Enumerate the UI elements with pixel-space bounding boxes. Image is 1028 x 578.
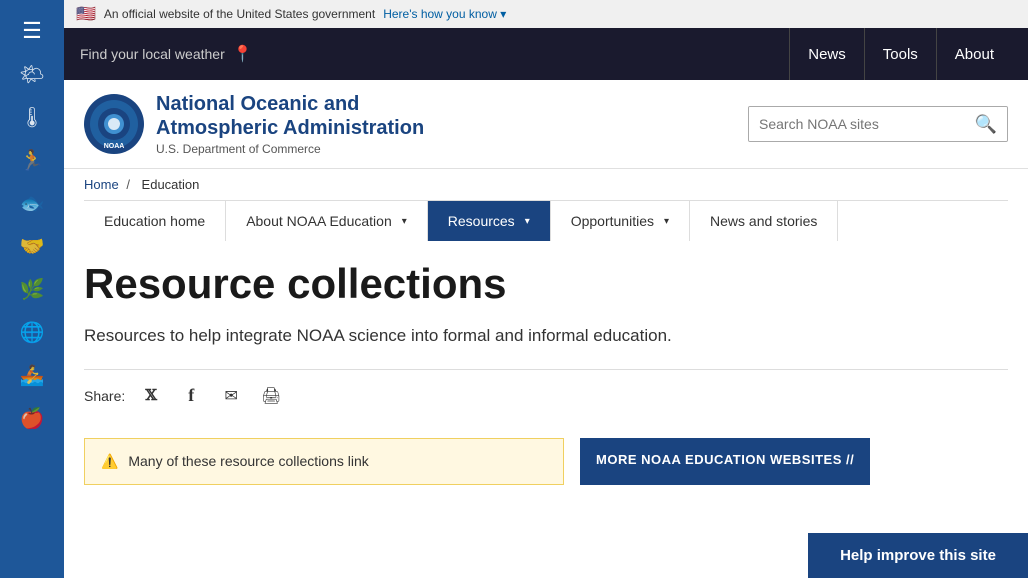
page-description: Resources to help integrate NOAA science…: [84, 323, 984, 349]
svg-text:NOAA: NOAA: [104, 143, 125, 150]
subnav-caret-about: ▾: [402, 216, 407, 227]
twitter-icon: 𝕏: [145, 386, 157, 405]
subnav-item-resources[interactable]: Resources ▾: [428, 201, 551, 241]
sidebar-item-fisheries[interactable]: 🐟: [0, 183, 64, 226]
page-content: Resource collections Resources to help i…: [64, 241, 1028, 505]
bottom-section: ⚠️ Many of these resource collections li…: [84, 438, 1008, 485]
breadcrumb: Home / Education: [64, 169, 1028, 200]
help-improve-button[interactable]: Help improve this site: [808, 533, 1028, 578]
sidebar-item-temp[interactable]: 🌡: [0, 97, 64, 140]
globe-icon: 🌐: [20, 320, 45, 345]
sidebar-item-food[interactable]: 🍎: [0, 398, 64, 441]
header-bar: Find your local weather 📍 News Tools Abo…: [64, 28, 1028, 80]
subnav-item-opportunities[interactable]: Opportunities ▾: [551, 201, 690, 241]
gov-banner-text: An official website of the United States…: [104, 7, 375, 21]
subnav-item-education-home[interactable]: Education home: [84, 201, 226, 241]
email-share-button[interactable]: ✉: [217, 382, 245, 410]
sidebar-item-environment[interactable]: 🌿: [0, 269, 64, 312]
us-flag: 🇺🇸: [76, 4, 96, 24]
share-row: Share: 𝕏 f ✉ 🖨: [84, 369, 1008, 422]
search-button[interactable]: 🔍: [965, 107, 1007, 141]
org-name-line2: Atmospheric Administration: [156, 117, 424, 139]
how-you-know-link[interactable]: Here's how you know ▾: [383, 7, 506, 21]
subnav-label-news: News and stories: [710, 213, 817, 229]
subnav-item-about[interactable]: About NOAA Education ▾: [226, 201, 428, 241]
twitter-share-button[interactable]: 𝕏: [137, 382, 165, 410]
subnav-label-about: About NOAA Education: [246, 213, 392, 229]
weather-label: Find your local weather: [80, 46, 225, 62]
weather-finder[interactable]: Find your local weather 📍: [80, 44, 253, 64]
handshake-icon: 🤝: [20, 234, 45, 259]
sidebar: ☰ 🌤 🌡 🏃 🐟 🤝 🌿 🌐 🚣 🍎: [0, 0, 64, 578]
sidebar-item-weather[interactable]: 🌤: [0, 54, 64, 97]
noaa-brand: NOAA National Oceanic and Atmospheric Ad…: [84, 92, 424, 156]
subnav-caret-resources: ▾: [525, 216, 530, 227]
print-icon: 🖨: [261, 386, 281, 406]
food-icon: 🍎: [20, 406, 45, 431]
recreation-icon: 🏃: [20, 148, 45, 173]
more-noaa-title: MORE NOAA EDUCATION WEBSITES //: [596, 452, 854, 467]
facebook-share-button[interactable]: f: [177, 382, 205, 410]
sidebar-item-recreation[interactable]: 🏃: [0, 140, 64, 183]
warning-card: ⚠️ Many of these resource collections li…: [84, 438, 564, 485]
subnav-label-resources: Resources: [448, 213, 515, 229]
marine-icon: 🚣: [20, 363, 45, 388]
more-noaa-card: MORE NOAA EDUCATION WEBSITES //: [580, 438, 870, 485]
search-bar[interactable]: 🔍: [748, 106, 1008, 142]
environment-icon: 🌿: [20, 277, 45, 302]
weather-icon: 🌤: [19, 62, 44, 87]
warning-icon: ⚠️: [101, 453, 118, 469]
subnav-item-news[interactable]: News and stories: [690, 201, 838, 241]
org-name-line1: National Oceanic and: [156, 93, 359, 115]
header-nav: News Tools About: [789, 28, 1012, 80]
email-icon: ✉: [225, 386, 238, 406]
location-pin-icon: 📍: [233, 44, 253, 64]
subnav-label-opportunities: Opportunities: [571, 213, 654, 229]
noaa-logo: NOAA: [84, 94, 144, 154]
page-title: Resource collections: [84, 261, 1008, 307]
search-input[interactable]: [749, 107, 965, 141]
thermometer-icon: 🌡: [19, 105, 44, 130]
dept-name: U.S. Department of Commerce: [156, 142, 424, 156]
noaa-header: NOAA National Oceanic and Atmospheric Ad…: [64, 80, 1028, 169]
breadcrumb-current: Education: [142, 177, 200, 192]
facebook-icon: f: [188, 385, 194, 406]
search-icon: 🔍: [975, 114, 997, 134]
warning-text: Many of these resource collections link: [128, 453, 368, 469]
breadcrumb-home-link[interactable]: Home: [84, 177, 119, 192]
noaa-title: National Oceanic and Atmospheric Adminis…: [156, 92, 424, 156]
print-button[interactable]: 🖨: [257, 382, 285, 410]
sidebar-item-marine[interactable]: 🚣: [0, 355, 64, 398]
nav-about-link[interactable]: About: [936, 28, 1012, 80]
sidebar-item-global[interactable]: 🌐: [0, 312, 64, 355]
fish-icon: 🐟: [20, 191, 45, 216]
share-label: Share:: [84, 388, 125, 404]
nav-news-link[interactable]: News: [789, 28, 864, 80]
nav-tools-link[interactable]: Tools: [864, 28, 936, 80]
subnav: Education home About NOAA Education ▾ Re…: [84, 200, 1008, 241]
subnav-caret-opportunities: ▾: [664, 216, 669, 227]
hamburger-menu[interactable]: ☰: [0, 8, 64, 54]
sidebar-item-commerce[interactable]: 🤝: [0, 226, 64, 269]
breadcrumb-separator: /: [126, 177, 133, 192]
gov-banner: 🇺🇸 An official website of the United Sta…: [64, 0, 1028, 28]
subnav-label-education-home: Education home: [104, 213, 205, 229]
